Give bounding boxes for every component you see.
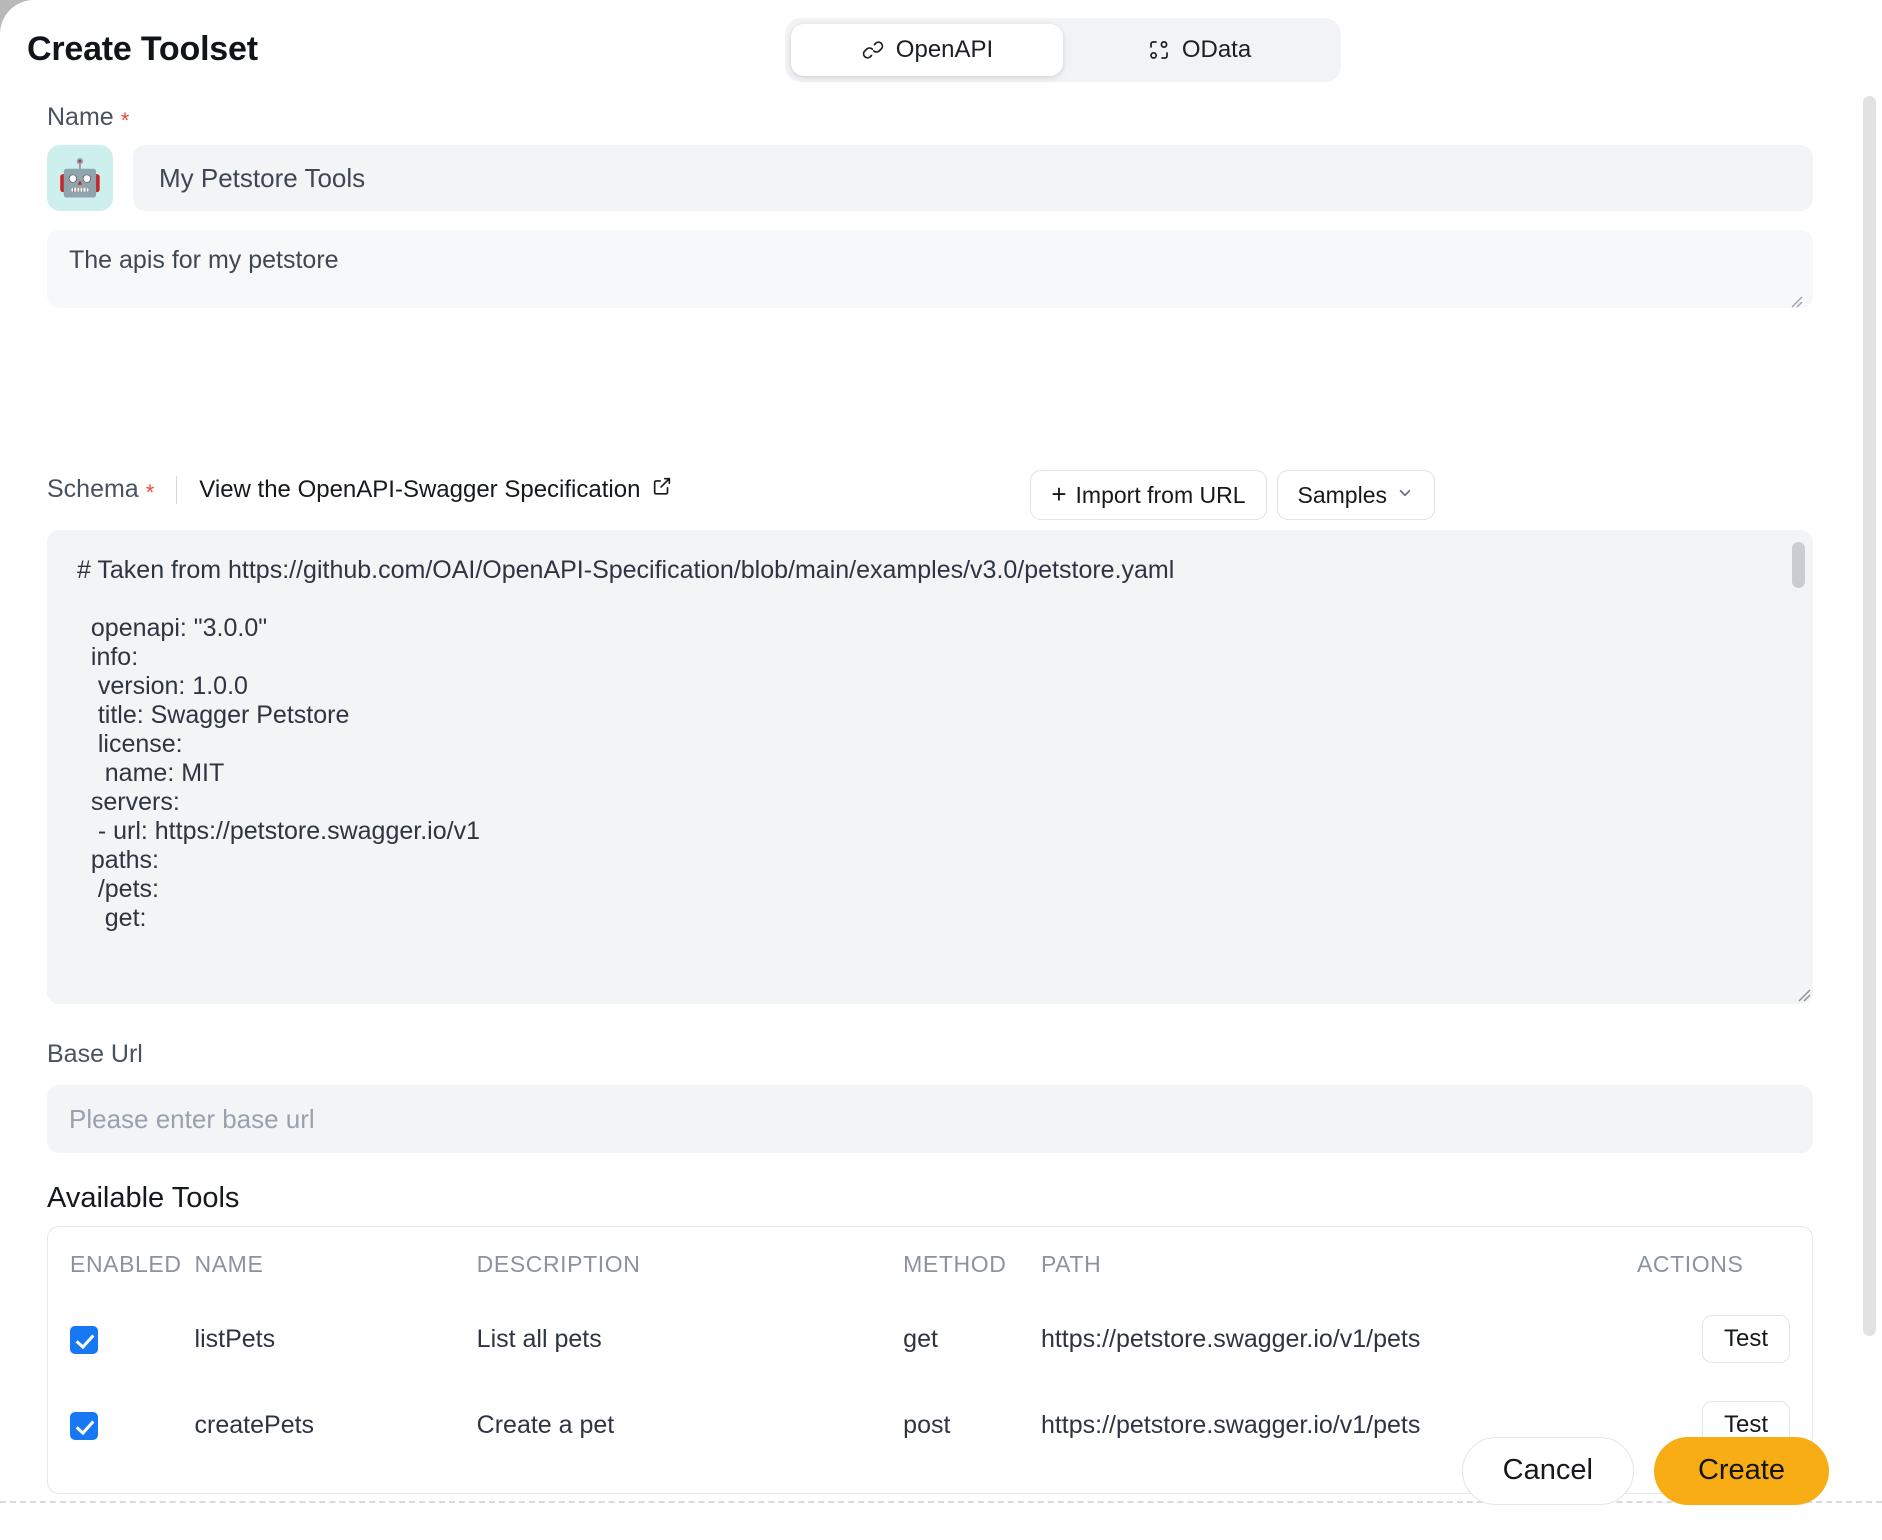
chevron-down-icon	[1396, 484, 1414, 507]
spec-link-label: View the OpenAPI-Swagger Specification	[199, 476, 640, 504]
schema-scrollbar-thumb[interactable]	[1792, 542, 1805, 588]
toolset-type-tabs: OpenAPI OData	[785, 18, 1341, 82]
table-row: listPets List all pets get https://petst…	[48, 1296, 1812, 1382]
schema-header: Schema* View the OpenAPI-Swagger Specifi…	[47, 475, 673, 504]
schema-editor[interactable]: # Taken from https://github.com/OAI/Open…	[47, 530, 1813, 1004]
schema-actions: + Import from URL Samples	[1030, 470, 1435, 520]
table-header-row: ENABLED NAME DESCRIPTION METHOD PATH ACT…	[48, 1227, 1812, 1296]
schema-label: Schema*	[47, 475, 154, 504]
codesandbox-icon	[1147, 38, 1171, 62]
required-asterisk: *	[146, 480, 155, 505]
base-url-label: Base Url	[47, 1040, 143, 1069]
spec-link[interactable]: View the OpenAPI-Swagger Specification	[199, 475, 673, 504]
test-button[interactable]: Test	[1702, 1315, 1790, 1363]
column-method: METHOD	[903, 1227, 1041, 1296]
column-actions: ACTIONS	[1637, 1227, 1812, 1296]
page-scrollbar[interactable]	[1863, 96, 1876, 1336]
external-link-icon	[651, 475, 673, 504]
plus-icon: +	[1051, 481, 1066, 507]
modal-header: Create Toolset OpenAPI	[0, 0, 1882, 100]
tab-odata[interactable]: OData	[1063, 24, 1335, 76]
name-row: 🤖	[47, 145, 1813, 211]
cell-path: https://petstore.swagger.io/v1/pets	[1041, 1296, 1637, 1382]
import-from-url-label: Import from URL	[1076, 482, 1246, 509]
name-label: Name*	[47, 103, 129, 132]
enabled-checkbox[interactable]	[70, 1326, 98, 1354]
samples-label: Samples	[1298, 482, 1387, 509]
modal-body: Name* 🤖 Schema* View the OpenAPI-Swagger…	[0, 100, 1882, 1395]
schema-content[interactable]: # Taken from https://github.com/OAI/Open…	[47, 530, 1813, 959]
tab-odata-label: OData	[1182, 36, 1251, 64]
modal-footer: Cancel Create	[0, 1401, 1882, 1540]
column-enabled: ENABLED	[48, 1227, 195, 1296]
page-title: Create Toolset	[27, 30, 258, 69]
cell-actions: Test	[1637, 1296, 1812, 1382]
name-input[interactable]	[133, 145, 1813, 211]
divider	[176, 476, 177, 504]
robot-icon: 🤖	[58, 160, 103, 196]
tab-openapi-label: OpenAPI	[896, 36, 993, 64]
samples-button[interactable]: Samples	[1277, 470, 1435, 520]
column-name: NAME	[195, 1227, 477, 1296]
base-url-input[interactable]	[47, 1085, 1813, 1153]
link-icon	[861, 38, 885, 62]
tab-openapi[interactable]: OpenAPI	[791, 24, 1063, 76]
description-textarea[interactable]	[47, 230, 1813, 308]
column-description: DESCRIPTION	[477, 1227, 904, 1296]
cell-description: List all pets	[477, 1296, 904, 1382]
cell-name: listPets	[195, 1296, 477, 1382]
tools-table-head: ENABLED NAME DESCRIPTION METHOD PATH ACT…	[48, 1227, 1812, 1296]
cancel-button[interactable]: Cancel	[1462, 1437, 1634, 1505]
required-asterisk: *	[121, 108, 130, 133]
schema-resize-grip[interactable]	[1791, 982, 1811, 1002]
available-tools-title: Available Tools	[47, 1182, 239, 1215]
column-path: PATH	[1041, 1227, 1637, 1296]
create-button[interactable]: Create	[1654, 1437, 1829, 1505]
cell-method: get	[903, 1296, 1041, 1382]
avatar[interactable]: 🤖	[47, 145, 113, 211]
create-toolset-modal: Create Toolset OpenAPI	[0, 0, 1882, 1540]
cell-enabled	[48, 1296, 195, 1382]
import-from-url-button[interactable]: + Import from URL	[1030, 470, 1266, 520]
